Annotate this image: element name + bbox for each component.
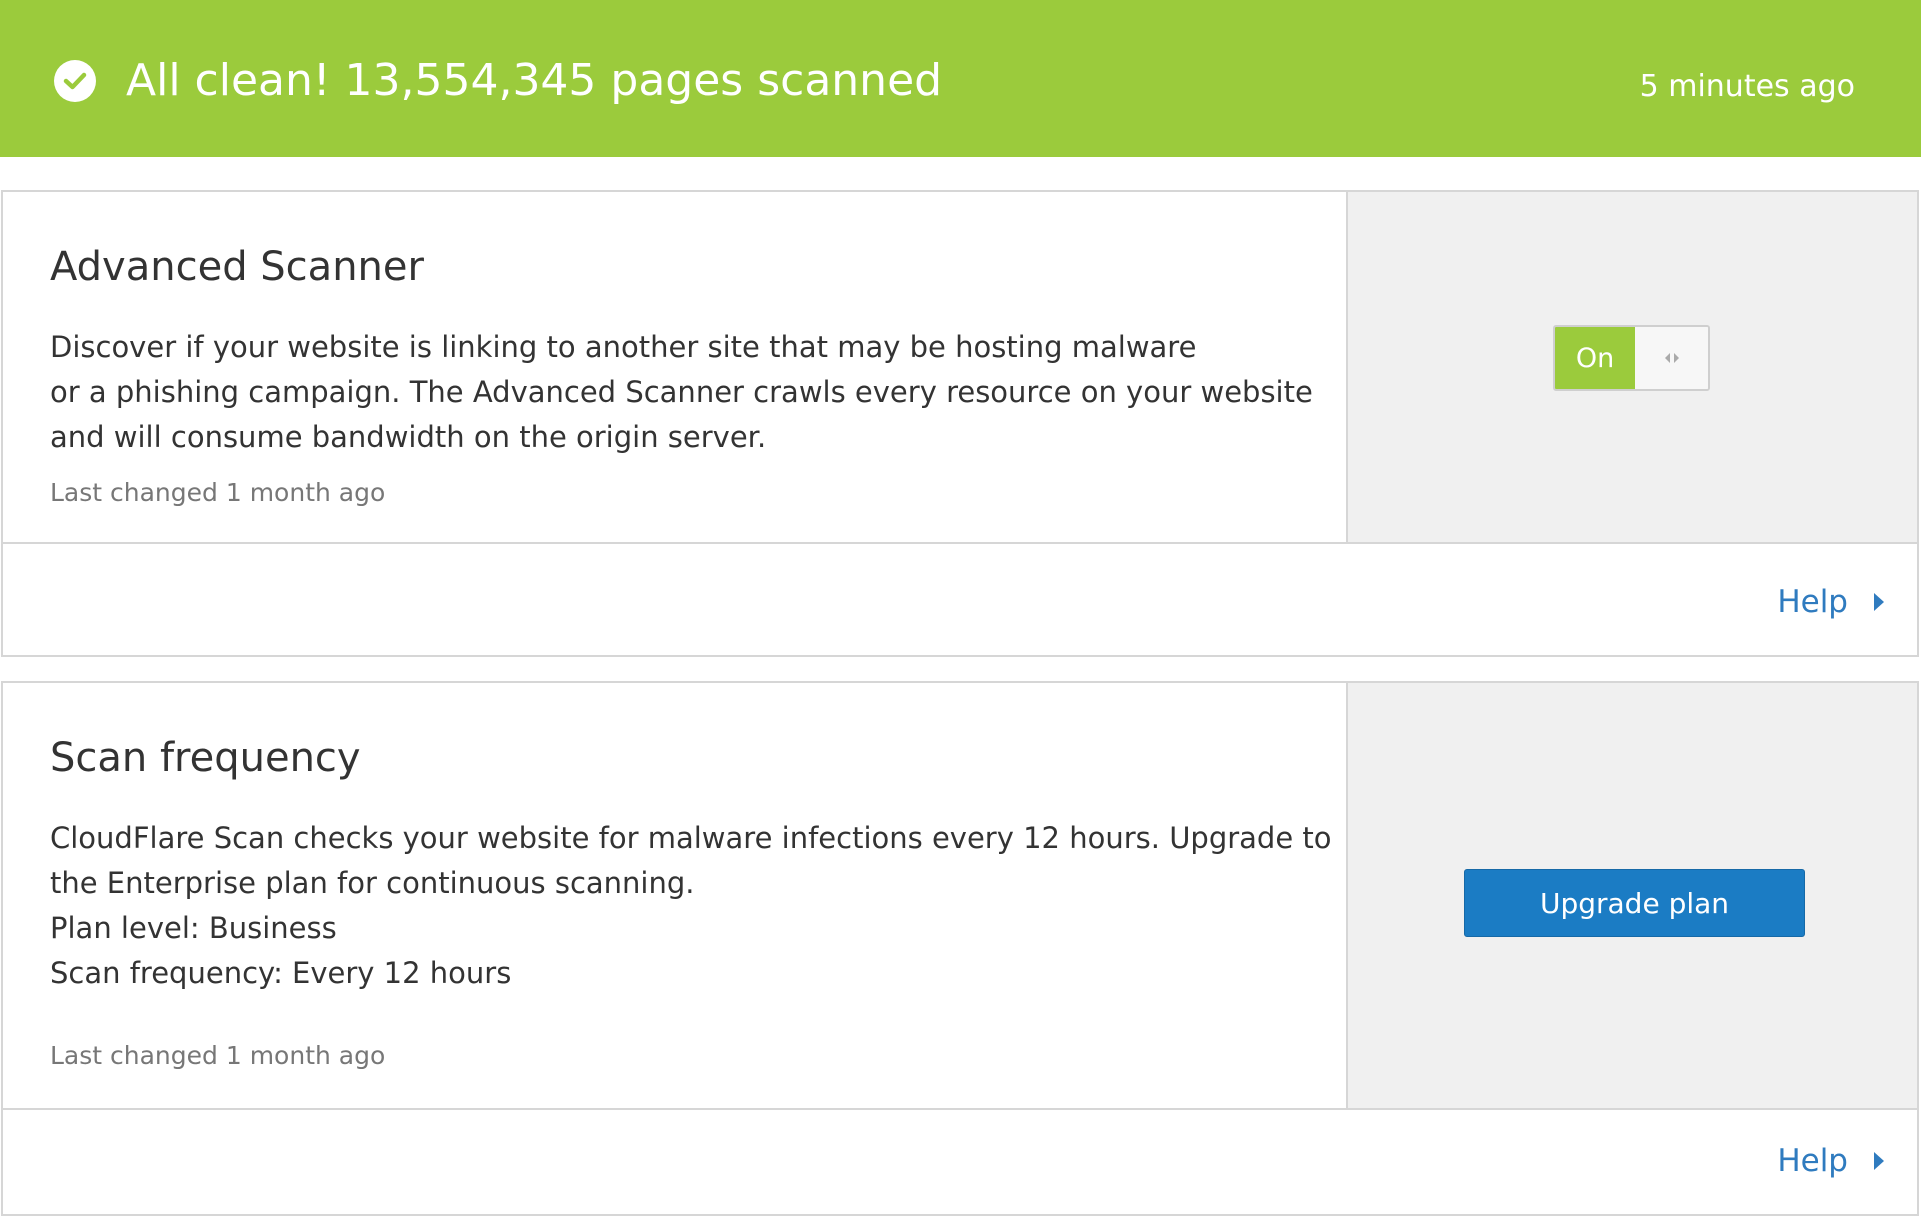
caret-right-icon <box>1874 1152 1884 1170</box>
advanced-scanner-title: Advanced Scanner <box>50 244 424 290</box>
check-circle-icon <box>54 60 96 102</box>
advanced-scanner-help-link[interactable]: Help <box>1777 582 1884 622</box>
description-line: Discover if your website is linking to a… <box>50 330 1197 364</box>
scan-status-title: All clean! 13,554,345 pages scanned <box>126 55 943 106</box>
scan-frequency-last-changed: Last changed 1 month ago <box>50 1041 386 1070</box>
advanced-scanner-description: Discover if your website is linking to a… <box>50 325 1313 460</box>
toggle-on-label: On <box>1555 327 1635 389</box>
advanced-scanner-control-panel: On <box>1348 192 1917 542</box>
description-line: the Enterprise plan for continuous scann… <box>50 866 695 900</box>
upgrade-plan-button[interactable]: Upgrade plan <box>1464 869 1805 937</box>
scan-frequency-control-panel: Upgrade plan <box>1348 683 1917 1108</box>
scan-frequency-card: Scan frequency CloudFlare Scan checks yo… <box>1 681 1919 1216</box>
handle-left-arrow-icon <box>1664 353 1670 363</box>
scan-frequency-line: Scan frequency: Every 12 hours <box>50 956 512 990</box>
help-label: Help <box>1777 584 1848 620</box>
description-line: and will consume bandwidth on the origin… <box>50 420 767 454</box>
advanced-scanner-body: Advanced Scanner Discover if your websit… <box>3 192 1917 544</box>
scan-timestamp: 5 minutes ago <box>1639 69 1855 104</box>
caret-right-icon <box>1874 593 1884 611</box>
toggle-handle[interactable] <box>1635 327 1708 389</box>
help-label: Help <box>1777 1143 1848 1179</box>
handle-right-arrow-icon <box>1673 353 1679 363</box>
scan-frequency-title: Scan frequency <box>50 735 361 781</box>
plan-level-line: Plan level: Business <box>50 911 337 945</box>
advanced-scanner-last-changed: Last changed 1 month ago <box>50 478 386 507</box>
scan-frequency-description: CloudFlare Scan checks your website for … <box>50 816 1332 996</box>
advanced-scanner-toggle[interactable]: On <box>1553 325 1710 391</box>
scan-frequency-help-link[interactable]: Help <box>1777 1141 1884 1181</box>
scan-frequency-info: Scan frequency CloudFlare Scan checks yo… <box>3 683 1348 1108</box>
advanced-scanner-info: Advanced Scanner Discover if your websit… <box>3 192 1348 542</box>
advanced-scanner-card: Advanced Scanner Discover if your websit… <box>1 190 1919 657</box>
description-line: CloudFlare Scan checks your website for … <box>50 821 1332 855</box>
scan-status-banner: All clean! 13,554,345 pages scanned 5 mi… <box>0 0 1921 157</box>
scan-frequency-body: Scan frequency CloudFlare Scan checks yo… <box>3 683 1917 1110</box>
description-line: or a phishing campaign. The Advanced Sca… <box>50 375 1313 409</box>
